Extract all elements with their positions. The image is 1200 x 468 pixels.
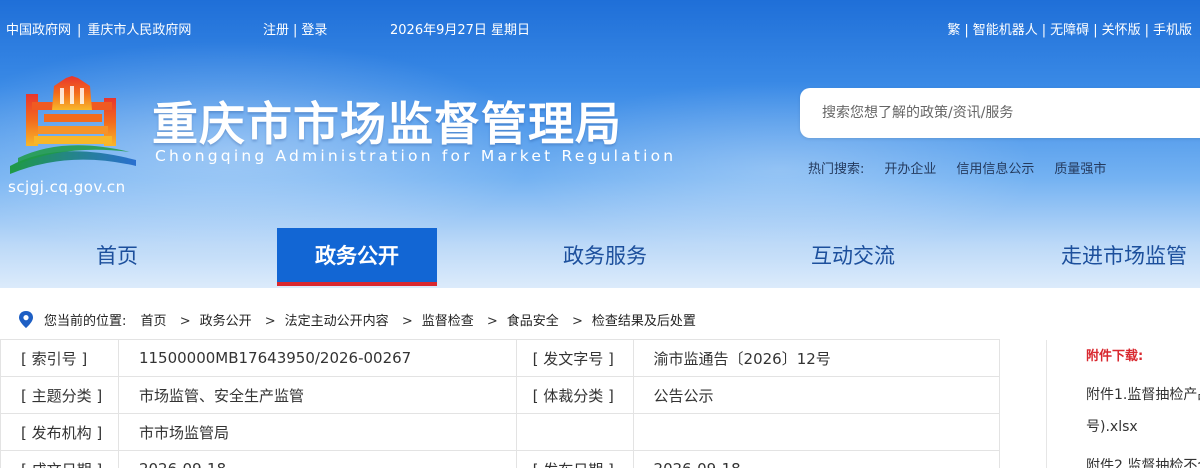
- breadcrumb-arrow: >: [179, 314, 191, 329]
- org-label: [ 发布机构 ]: [0, 413, 119, 451]
- breadcrumb-item[interactable]: 政务公开: [200, 314, 252, 329]
- register-link[interactable]: 注册: [263, 23, 289, 38]
- site-domain: scjgj.cq.gov.cn: [8, 178, 126, 196]
- attachments-title: 附件下载:: [1086, 349, 1144, 364]
- care-mode-link[interactable]: 关怀版: [1102, 23, 1141, 38]
- separator: |: [1144, 23, 1149, 38]
- table-row: [ 成文日期 ] 2026-09-18 [ 发布日期 ] 2026-09-18: [0, 450, 1001, 468]
- topic-label: [ 主题分类 ]: [0, 376, 119, 414]
- emblem-logo-icon[interactable]: [8, 74, 138, 178]
- empty-cell: [515, 413, 634, 451]
- robot-link[interactable]: 智能机器人: [973, 23, 1038, 38]
- nav-government-services[interactable]: 政务服务: [520, 228, 690, 286]
- breadcrumb-item[interactable]: 食品安全: [507, 314, 559, 329]
- created-date-label: [ 成文日期 ]: [0, 450, 119, 468]
- org-value: 市市场监管局: [117, 413, 517, 451]
- attachment-link-1[interactable]: 附件1.监督抽检产品: [1086, 384, 1200, 404]
- attachment-link-1-suffix[interactable]: 号).xlsx: [1086, 416, 1138, 436]
- doc-number-value: 渝市监通告〔2026〕12号: [632, 339, 1001, 377]
- created-date-value: 2026-09-18: [117, 450, 517, 468]
- sidebar-divider: [1046, 340, 1047, 468]
- breadcrumb-arrow: >: [486, 314, 498, 329]
- current-date: 2026年9月27日 星期日: [390, 23, 531, 38]
- doc-number-label: [ 发文字号 ]: [515, 339, 634, 377]
- breadcrumb-arrow: >: [571, 314, 583, 329]
- site-header: 中国政府网 | 重庆市人民政府网 注册 | 登录 2026年9月27日 星期日 繁 | 智能…: [0, 0, 1200, 288]
- accessibility-link[interactable]: 无障碍: [1050, 23, 1089, 38]
- top-links: 中国政府网 | 重庆市人民政府网: [6, 19, 191, 38]
- nav-interaction[interactable]: 互动交流: [770, 228, 936, 286]
- empty-cell: [632, 413, 1001, 451]
- site-title[interactable]: 重庆市市场监督管理局: [152, 88, 622, 154]
- index-value: 11500000MB17643950/2026-00267: [117, 339, 517, 377]
- separator: |: [1041, 23, 1047, 38]
- breadcrumb: 您当前的位置: 首页 > 政务公开 > 法定主动公开内容 > 监督检查 > 食品安全 >…: [18, 310, 696, 329]
- hot-search-item[interactable]: 开办企业: [884, 162, 936, 177]
- index-label: [ 索引号 ]: [0, 339, 119, 377]
- topic-value: 市场监管、安全生产监管: [117, 376, 517, 414]
- traditional-chinese-link[interactable]: 繁: [947, 23, 960, 38]
- document-info-table: [ 索引号 ] 11500000MB17643950/2026-00267 [ …: [0, 339, 1001, 468]
- table-row: [ 主题分类 ] 市场监管、安全生产监管 [ 体裁分类 ] 公告公示: [0, 376, 1001, 414]
- gov-link[interactable]: 中国政府网: [6, 23, 71, 38]
- hot-searches: 热门搜索: 开办企业 信用信息公示 质量强市: [808, 158, 1126, 177]
- breadcrumb-item[interactable]: 首页: [141, 314, 167, 329]
- login-link[interactable]: 登录: [301, 23, 327, 38]
- separator: |: [77, 23, 82, 38]
- breadcrumb-item[interactable]: 检查结果及后处置: [592, 314, 696, 329]
- published-date-label: [ 发布日期 ]: [515, 450, 634, 468]
- breadcrumb-item[interactable]: 监督检查: [422, 314, 474, 329]
- search-input[interactable]: [822, 102, 1182, 124]
- genre-label: [ 体裁分类 ]: [515, 376, 634, 414]
- separator: |: [1093, 23, 1098, 38]
- main-nav: 首页 政务公开 政务服务 互动交流 走进市场监管: [0, 228, 1200, 286]
- published-date-value: 2026-09-18: [632, 450, 1001, 468]
- location-pin-icon: [19, 311, 33, 328]
- genre-value: 公告公示: [632, 376, 1001, 414]
- breadcrumb-arrow: >: [264, 314, 276, 329]
- hot-search-item[interactable]: 质量强市: [1054, 162, 1106, 177]
- breadcrumb-arrow: >: [401, 314, 413, 329]
- breadcrumb-label: 您当前的位置:: [44, 314, 127, 329]
- table-row: [ 发布机构 ] 市市场监管局: [0, 413, 1001, 451]
- site-title-english: Chongqing Administration for Market Regu…: [155, 147, 677, 165]
- table-row: [ 索引号 ] 11500000MB17643950/2026-00267 [ …: [0, 339, 1001, 377]
- nav-about-market-regulation[interactable]: 走进市场监管: [1044, 228, 1200, 286]
- top-bar: 中国政府网 | 重庆市人民政府网 注册 | 登录 2026年9月27日 星期日 繁 | 智能…: [0, 0, 1200, 56]
- nav-government-affairs-open[interactable]: 政务公开: [277, 228, 437, 286]
- city-gov-link[interactable]: 重庆市人民政府网: [87, 23, 191, 38]
- separator: |: [964, 23, 969, 38]
- breadcrumb-item[interactable]: 法定主动公开内容: [285, 314, 389, 329]
- attachment-link-2[interactable]: 附件2.监督抽检不合: [1086, 455, 1200, 468]
- mobile-version-link[interactable]: 手机版: [1153, 23, 1192, 38]
- separator: |: [293, 23, 298, 38]
- hot-search-item[interactable]: 信用信息公示: [956, 162, 1034, 177]
- auth-links: 注册 | 登录: [263, 19, 327, 38]
- hot-search-label: 热门搜索:: [808, 162, 865, 177]
- utility-links: 繁 | 智能机器人 | 无障碍 | 关怀版 | 手机版: [947, 19, 1192, 38]
- search-box: [800, 88, 1200, 138]
- nav-home[interactable]: 首页: [44, 228, 190, 286]
